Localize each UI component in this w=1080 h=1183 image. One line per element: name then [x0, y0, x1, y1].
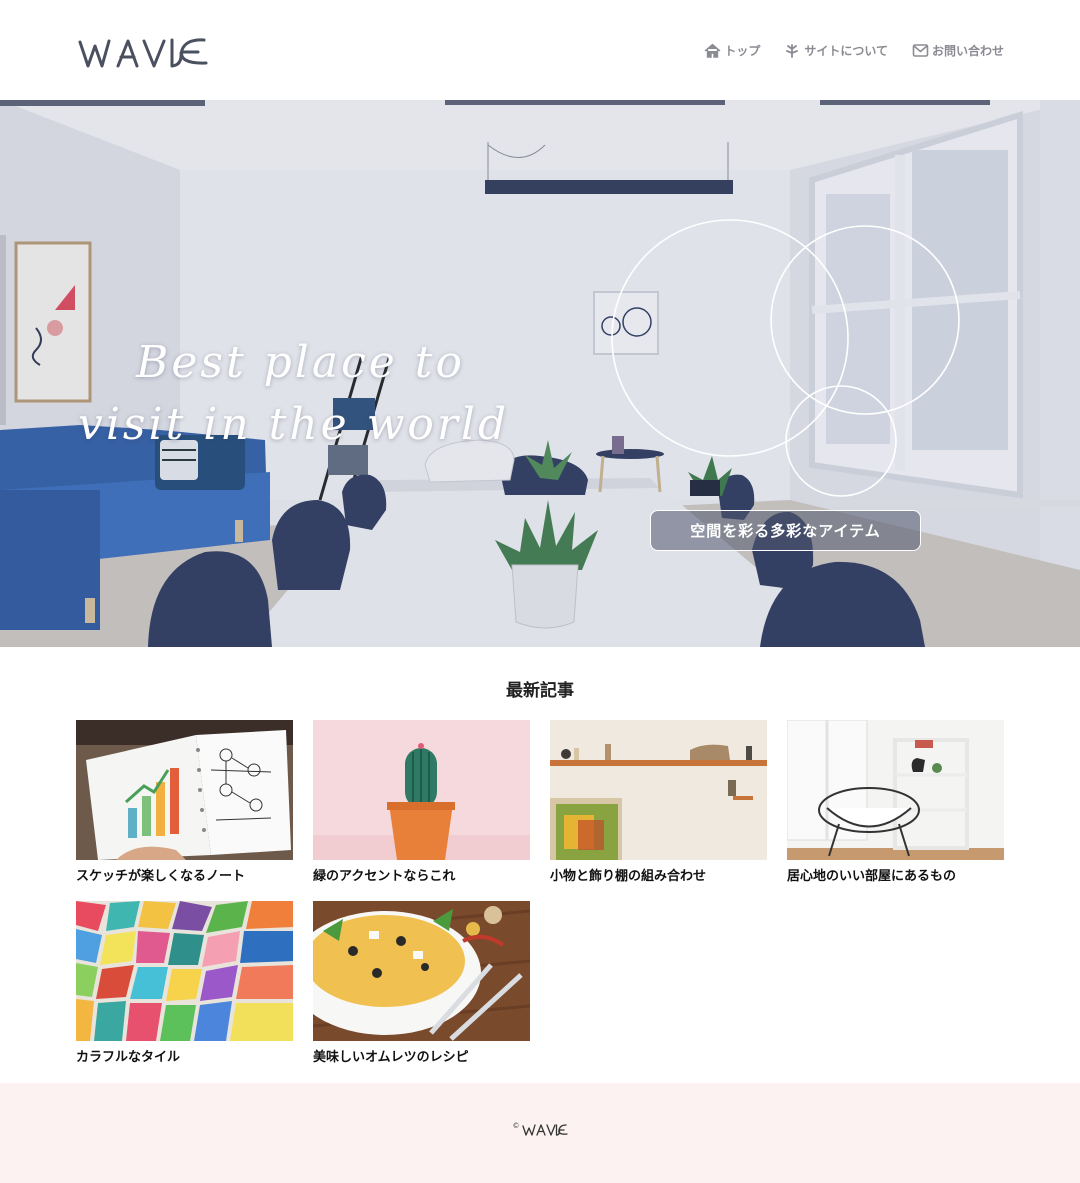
- omelette-plate-image: [313, 901, 530, 1041]
- hero-title: Best place to visit in the world: [78, 332, 548, 456]
- cactus-pot-image: [313, 720, 530, 860]
- site-logo[interactable]: [78, 36, 210, 70]
- latest-articles-heading: 最新記事: [506, 681, 574, 701]
- nav-item-label: サイトについて: [804, 44, 888, 58]
- footer-copyright: ©: [0, 1123, 1080, 1137]
- hero-cta-button[interactable]: 空間を彩る多彩なアイテム: [650, 510, 921, 551]
- article-card[interactable]: 小物と飾り棚の組み合わせ: [550, 720, 767, 884]
- notebook-sketch-image: [76, 720, 293, 860]
- nav-item-label: トップ: [724, 44, 761, 58]
- wall-shelf-image: [550, 720, 767, 860]
- article-card[interactable]: スケッチが楽しくなるノート: [76, 720, 293, 884]
- home-icon: [704, 43, 721, 58]
- article-title: 小物と飾り棚の組み合わせ: [550, 869, 707, 884]
- envelope-icon: [912, 44, 929, 57]
- article-card[interactable]: 居心地のいい部屋にあるもの: [787, 720, 1004, 884]
- chair-room-image: [787, 720, 1004, 860]
- nav-item-about[interactable]: サイトについて: [784, 42, 888, 59]
- hero-title-line1: Best place to: [136, 337, 465, 388]
- article-card[interactable]: 美味しいオムレツのレシピ: [313, 901, 530, 1065]
- hero-section: Best place to visit in the world 空間を彩る多彩…: [0, 100, 1080, 647]
- article-title: 緑のアクセントならこれ: [313, 869, 456, 884]
- main-nav: トップ サイトについて お問い合わせ: [704, 42, 1004, 59]
- footer-wave-logo-icon: [521, 1124, 568, 1136]
- article-card[interactable]: 緑のアクセントならこれ: [313, 720, 530, 884]
- article-title: カラフルなタイル: [76, 1050, 181, 1065]
- colorful-tiles-image: [76, 901, 293, 1041]
- site-header: トップ サイトについて お問い合わせ: [0, 0, 1080, 100]
- nav-item-contact[interactable]: お問い合わせ: [912, 42, 1004, 59]
- site-footer: ©: [0, 1083, 1080, 1183]
- article-card[interactable]: カラフルなタイル: [76, 901, 293, 1065]
- article-title: 居心地のいい部屋にあるもの: [787, 869, 957, 884]
- nav-item-label: お問い合わせ: [931, 44, 1004, 58]
- nav-item-top[interactable]: トップ: [704, 42, 760, 59]
- article-title: 美味しいオムレツのレシピ: [313, 1050, 469, 1065]
- wave-logo-icon: [78, 38, 208, 68]
- leaf-icon: [786, 44, 799, 58]
- hero-title-line2: visit in the world: [78, 399, 510, 450]
- article-title: スケッチが楽しくなるノート: [76, 869, 246, 884]
- copyright-symbol: ©: [512, 1122, 520, 1130]
